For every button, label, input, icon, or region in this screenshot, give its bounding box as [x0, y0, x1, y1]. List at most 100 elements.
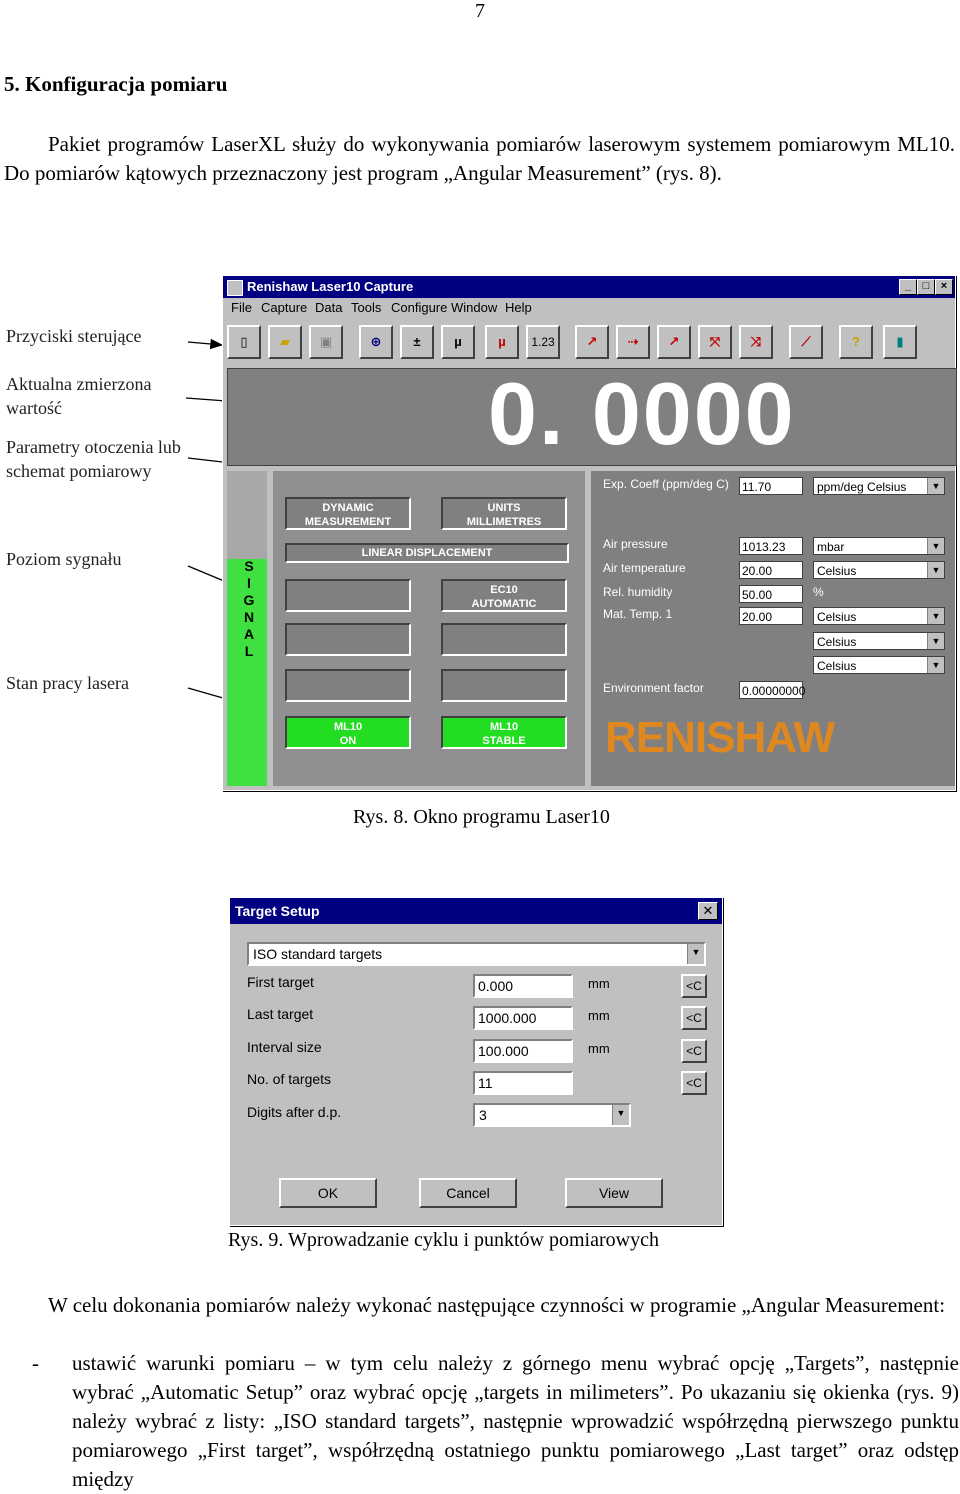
dialog-titlebar: Target Setup ✕ [230, 898, 722, 924]
arrow-control-buttons [187, 338, 224, 350]
mat-temp2-unit-select[interactable]: Celsius ▼ [813, 632, 945, 650]
capture-double-icon[interactable]: ⤨ [739, 325, 773, 359]
signal-letter: I [247, 575, 251, 591]
graph-icon[interactable]: ⟋ [789, 325, 823, 359]
last-target-capture-button[interactable]: <C [681, 1006, 707, 1030]
ml10-stable-line2: STABLE [482, 735, 526, 747]
ec10-line1: EC10 [490, 584, 518, 596]
chevron-down-icon: ▼ [687, 944, 704, 964]
menu-configure[interactable]: Configure [391, 298, 447, 318]
menu-file[interactable]: File [231, 298, 252, 318]
ml10-stable-line1: ML10 [489, 721, 519, 733]
interval-size-capture-button[interactable]: <C [681, 1039, 707, 1063]
view-button[interactable]: View [565, 1178, 663, 1208]
air-temp-unit-select[interactable]: Celsius ▼ [813, 561, 945, 579]
exp-coeff-unit-value: ppm/deg Celsius [817, 480, 907, 494]
micro-scale-icon[interactable]: µ [485, 325, 519, 359]
decimal-icon[interactable]: 1.23 [526, 325, 560, 359]
maximize-button[interactable]: □ [917, 279, 935, 295]
minimize-button[interactable]: _ [899, 279, 917, 295]
first-target-capture-button[interactable]: <C [681, 974, 707, 998]
signal-letter: S [244, 558, 254, 574]
no-of-targets-label: No. of targets [247, 1071, 332, 1087]
capture-step-icon[interactable]: ↗ [657, 325, 691, 359]
interval-size-unit: mm [588, 1041, 610, 1056]
open-folder-icon[interactable]: ▰ [268, 325, 302, 359]
mode-line2: MEASUREMENT [304, 516, 392, 528]
laser10-titlebar: Renishaw Laser10 Capture _ □ × [223, 276, 955, 298]
laser10-menubar: File Capture Data Tools Configure Window… [223, 298, 955, 318]
target-type-value: ISO standard targets [253, 946, 383, 962]
exp-coeff-field[interactable]: 11.70 [739, 477, 803, 495]
digits-select[interactable]: 3 ▼ [473, 1103, 631, 1127]
exp-coeff-unit-select[interactable]: ppm/deg Celsius ▼ [813, 477, 945, 495]
no-of-targets-capture-button[interactable]: <C [681, 1071, 707, 1095]
digits-value: 3 [479, 1107, 487, 1123]
menu-window[interactable]: Window [451, 298, 497, 318]
measured-value-display: 0. 0000 [227, 364, 957, 466]
laser10-window: Renishaw Laser10 Capture _ □ × File Capt… [222, 275, 957, 791]
units-line2: MILLIMETRES [466, 516, 542, 528]
cancel-button[interactable]: Cancel [419, 1178, 517, 1208]
ec10-line2: AUTOMATIC [471, 598, 537, 610]
mat-temp-label: Mat. Temp. 1 [603, 607, 673, 621]
help-icon[interactable]: ? [839, 325, 873, 359]
interval-size-input[interactable]: 100.000 [473, 1039, 573, 1063]
renishaw-logo: RENISHAW [605, 713, 835, 762]
target-type-select[interactable]: ISO standard targets ▼ [247, 942, 706, 966]
chevron-down-icon: ▼ [927, 478, 944, 494]
save-disabled-icon[interactable]: ▣ [309, 325, 343, 359]
last-target-label: Last target [247, 1006, 314, 1022]
close-button[interactable]: × [935, 279, 953, 295]
new-file-icon[interactable]: ▯ [227, 325, 261, 359]
figure9-caption: Rys. 9. Wprowadzanie cyklu i punktów pom… [228, 1229, 659, 1251]
chevron-down-icon: ▼ [927, 608, 944, 624]
exit-door-icon[interactable]: ▮ [883, 325, 917, 359]
air-temp-field[interactable]: 20.00 [739, 561, 803, 579]
empty-status-box [285, 579, 411, 612]
laser10-title: Renishaw Laser10 Capture [247, 279, 414, 294]
first-target-unit: mm [588, 976, 610, 991]
app-icon [227, 280, 243, 296]
capture-dotted-icon[interactable]: ⇢ [616, 325, 650, 359]
mat-temp-field[interactable]: 20.00 [739, 607, 803, 625]
empty-status-box [285, 669, 411, 702]
close-icon[interactable]: ✕ [698, 902, 718, 920]
measured-value: 0. 0000 [488, 364, 796, 463]
plus-minus-icon[interactable]: ± [400, 325, 434, 359]
first-target-input[interactable]: 0.000 [473, 974, 573, 998]
chevron-down-icon: ▼ [927, 538, 944, 554]
humidity-unit: % [813, 585, 824, 599]
last-target-unit: mm [588, 1008, 610, 1023]
air-pressure-unit-select[interactable]: mbar ▼ [813, 537, 945, 555]
micro-icon[interactable]: µ [441, 325, 475, 359]
bullet-text: ustawić warunki pomiaru – w tym celu nal… [72, 1351, 959, 1491]
no-of-targets-input[interactable]: 11 [473, 1071, 573, 1095]
air-temp-unit-value: Celsius [817, 564, 857, 578]
laser10-toolbar: ▯ ▰ ▣ ⊕ ± µ µ 1.23 ↗ ⇢ ↗ ⤧ ⤨ ⟋ ? ▮ [223, 320, 955, 366]
menu-tools[interactable]: Tools [351, 298, 381, 318]
instructions-paragraph: W celu dokonania pomiarów należy wykonać… [48, 1293, 946, 1317]
mat-temp-unit-value: Celsius [817, 610, 857, 624]
capture-arrow-icon[interactable]: ↗ [575, 325, 609, 359]
env-factor-field: 0.00000000 [739, 681, 805, 699]
chevron-down-icon: ▼ [612, 1105, 629, 1125]
mat-temp3-unit-select[interactable]: Celsius ▼ [813, 656, 945, 674]
air-pressure-field[interactable]: 1013.23 [739, 537, 803, 555]
ok-button[interactable]: OK [279, 1178, 377, 1208]
target-crosshair-icon[interactable]: ⊕ [359, 325, 393, 359]
bullet-dash: - [32, 1351, 39, 1375]
signal-letter: L [244, 643, 254, 659]
humidity-field[interactable]: 50.00 [739, 585, 803, 603]
capture-cross-icon[interactable]: ⤧ [698, 325, 732, 359]
mat-temp-unit-select[interactable]: Celsius ▼ [813, 607, 945, 625]
menu-data[interactable]: Data [315, 298, 342, 318]
interval-size-label: Interval size [247, 1039, 322, 1055]
menu-capture[interactable]: Capture [261, 298, 307, 318]
last-target-input[interactable]: 1000.000 [473, 1006, 573, 1030]
menu-help[interactable]: Help [505, 298, 532, 318]
empty-status-box [441, 669, 567, 702]
chevron-down-icon: ▼ [927, 562, 944, 578]
mode-line1: DYNAMIC [322, 502, 374, 514]
chevron-down-icon: ▼ [927, 633, 944, 649]
